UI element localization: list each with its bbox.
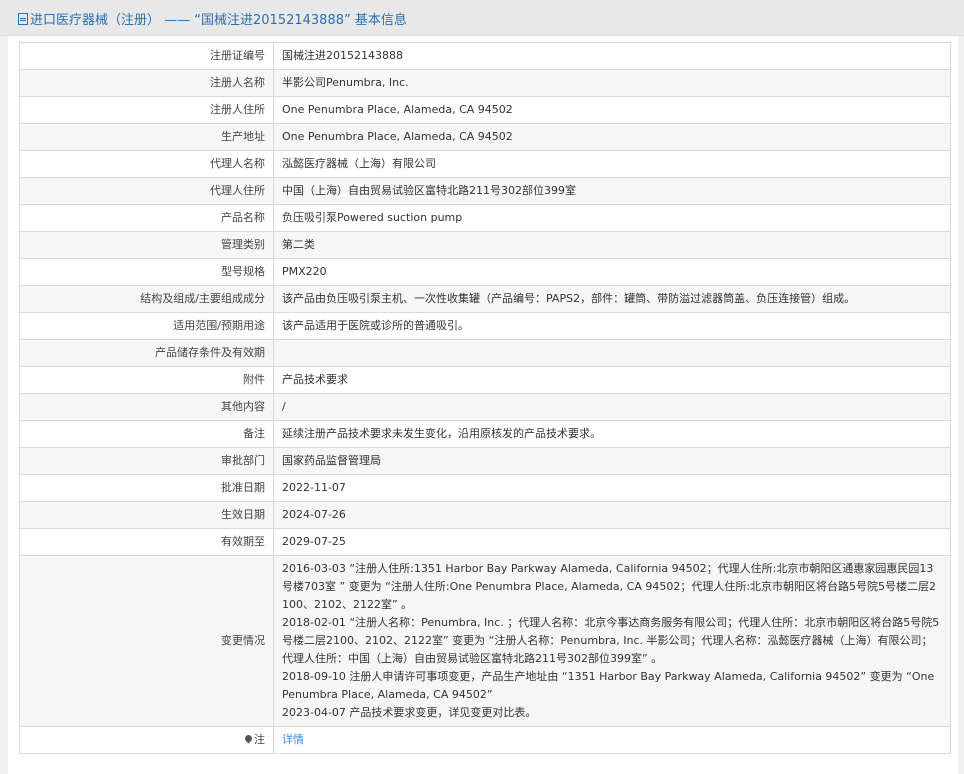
pin-icon xyxy=(243,733,254,744)
table-row: 有效期至 2029-07-25 xyxy=(19,528,951,556)
details-link[interactable]: 详情 xyxy=(282,733,304,746)
table-row: 批准日期 2022-11-07 xyxy=(19,474,951,502)
field-value xyxy=(273,339,951,367)
field-value: 产品技术要求 xyxy=(273,366,951,394)
table-row: 注册人住所 One Penumbra Place, Alameda, CA 945… xyxy=(19,96,951,124)
table-row: 型号规格 PMX220 xyxy=(19,258,951,286)
table-row-note: 注详情 xyxy=(19,726,951,754)
table-row: 管理类别 第二类 xyxy=(19,231,951,259)
field-label: 审批部门 xyxy=(19,447,274,475)
table-row-changes: 变更情况 2016-03-03 “注册人住所:1351 Harbor Bay Pa… xyxy=(19,555,951,727)
field-value: One Penumbra Place, Alameda, CA 94502 xyxy=(273,123,951,151)
field-value: 国家药品监督管理局 xyxy=(273,447,951,475)
field-value: 第二类 xyxy=(273,231,951,259)
table-row: 审批部门 国家药品监督管理局 xyxy=(19,447,951,475)
change-entry: 2018-09-10 注册人申请许可事项变更，产品生产地址由 “1351 Har… xyxy=(282,670,935,701)
field-value: 2022-11-07 xyxy=(273,474,951,502)
field-value: 该产品由负压吸引泵主机、一次性收集罐（产品编号：PAPS2，部件：罐筒、带防溢过… xyxy=(273,285,951,313)
field-value: / xyxy=(273,393,951,421)
field-value: 国械注进20152143888 xyxy=(273,42,951,70)
field-label: 注册人住所 xyxy=(19,96,274,124)
field-value: 该产品适用于医院或诊所的普通吸引。 xyxy=(273,312,951,340)
page-title: 进口医疗器械（注册） —— “国械注进20152143888” 基本信息 xyxy=(18,9,407,28)
field-label: 产品名称 xyxy=(19,204,274,232)
field-label: 注册证编号 xyxy=(19,42,274,70)
table-row: 备注 延续注册产品技术要求未发生变化，沿用原核发的产品技术要求。 xyxy=(19,420,951,448)
page-header: 进口医疗器械（注册） —— “国械注进20152143888” 基本信息 xyxy=(0,0,964,36)
table-row: 其他内容 / xyxy=(19,393,951,421)
field-value: PMX220 xyxy=(273,258,951,286)
field-value: 2029-07-25 xyxy=(273,528,951,556)
table-row: 代理人名称 泓懿医疗器械（上海）有限公司 xyxy=(19,150,951,178)
field-label: 产品储存条件及有效期 xyxy=(19,339,274,367)
changes-value: 2016-03-03 “注册人住所:1351 Harbor Bay Parkwa… xyxy=(273,555,951,727)
table-row: 产品名称 负压吸引泵Powered suction pump xyxy=(19,204,951,232)
field-label: 附件 xyxy=(19,366,274,394)
table-row: 注册证编号 国械注进20152143888 xyxy=(19,42,951,70)
table-row: 生产地址 One Penumbra Place, Alameda, CA 9450… xyxy=(19,123,951,151)
field-label: 注册人名称 xyxy=(19,69,274,97)
field-label: 代理人住所 xyxy=(19,177,274,205)
table-row: 注册人名称 半影公司Penumbra, Inc. xyxy=(19,69,951,97)
field-value: 详情 xyxy=(273,726,951,754)
change-entry: 2018-02-01 “注册人名称：Penumbra, Inc. ；代理人名称：… xyxy=(282,616,940,665)
field-label: 生效日期 xyxy=(19,501,274,529)
field-label: 备注 xyxy=(19,420,274,448)
field-value: 泓懿医疗器械（上海）有限公司 xyxy=(273,150,951,178)
field-label: 管理类别 xyxy=(19,231,274,259)
field-value: 负压吸引泵Powered suction pump xyxy=(273,204,951,232)
table-row: 产品储存条件及有效期 xyxy=(19,339,951,367)
table-row: 附件 产品技术要求 xyxy=(19,366,951,394)
field-label: 变更情况 xyxy=(19,555,274,727)
change-entry: 2023-04-07 产品技术要求变更，详见变更对比表。 xyxy=(282,706,537,719)
document-icon xyxy=(18,13,28,25)
field-label: 生产地址 xyxy=(19,123,274,151)
change-entry: 2016-03-03 “注册人住所:1351 Harbor Bay Parkwa… xyxy=(282,562,937,611)
field-label: 适用范围/预期用途 xyxy=(19,312,274,340)
field-label: 有效期至 xyxy=(19,528,274,556)
field-label: 其他内容 xyxy=(19,393,274,421)
detail-panel: 注册证编号 国械注进20152143888 注册人名称 半影公司Penumbra, I… xyxy=(8,36,958,774)
field-label: 型号规格 xyxy=(19,258,274,286)
field-value: 2024-07-26 xyxy=(273,501,951,529)
table-row: 适用范围/预期用途 该产品适用于医院或诊所的普通吸引。 xyxy=(19,312,951,340)
field-value: 中国（上海）自由贸易试验区富特北路211号302部位399室 xyxy=(273,177,951,205)
table-row: 结构及组成/主要组成成分 该产品由负压吸引泵主机、一次性收集罐（产品编号：PAPS… xyxy=(19,285,951,313)
field-label: 批准日期 xyxy=(19,474,274,502)
field-value: 延续注册产品技术要求未发生变化，沿用原核发的产品技术要求。 xyxy=(273,420,951,448)
table-row: 生效日期 2024-07-26 xyxy=(19,501,951,529)
table-row: 代理人住所 中国（上海）自由贸易试验区富特北路211号302部位399室 xyxy=(19,177,951,205)
field-value: One Penumbra Place, Alameda, CA 94502 xyxy=(273,96,951,124)
detail-table: 注册证编号 国械注进20152143888 注册人名称 半影公司Penumbra, I… xyxy=(19,42,951,754)
field-label: 代理人名称 xyxy=(19,150,274,178)
field-value: 半影公司Penumbra, Inc. xyxy=(273,69,951,97)
field-label: 结构及组成/主要组成成分 xyxy=(19,285,274,313)
field-label: 注 xyxy=(19,726,274,754)
